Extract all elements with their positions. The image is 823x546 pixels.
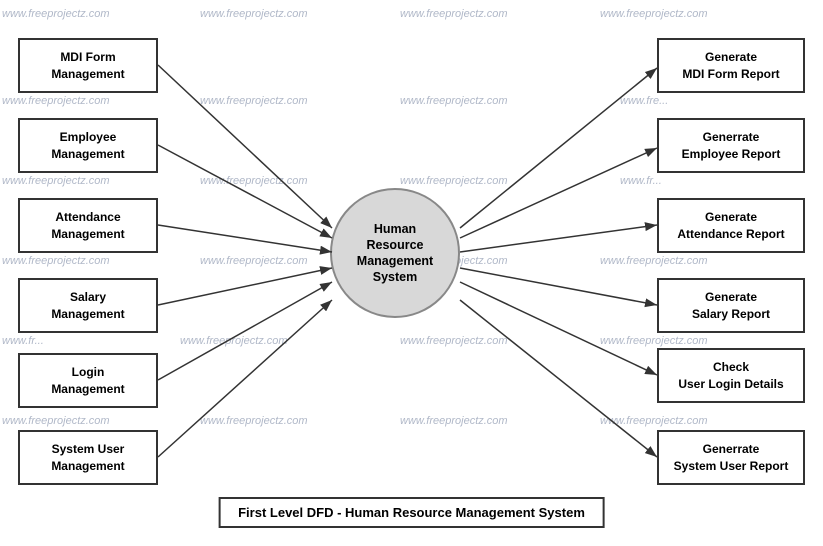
watermark-4: www.freeprojectz.com	[600, 8, 708, 20]
box-gen-system-user: GenerrateSystem User Report	[657, 430, 805, 485]
box-mdi-form: MDI FormManagement	[18, 38, 158, 93]
diagram-title: First Level DFD - Human Resource Managem…	[218, 497, 605, 528]
watermark-23: www.freeprojectz.com	[400, 415, 508, 427]
watermark-11: www.freeprojectz.com	[400, 175, 508, 187]
box-gen-salary: GenerateSalary Report	[657, 278, 805, 333]
diagram-container: www.freeprojectz.com www.freeprojectz.co…	[0, 0, 823, 546]
watermark-14: www.freeprojectz.com	[200, 255, 308, 267]
watermark-5: www.freeprojectz.com	[2, 95, 110, 107]
watermark-21: www.freeprojectz.com	[2, 415, 110, 427]
watermark-17: www.fr...	[2, 335, 44, 347]
watermark-10: www.freeprojectz.com	[200, 175, 308, 187]
box-attendance: AttendanceManagement	[18, 198, 158, 253]
watermark-12: www.fr...	[620, 175, 662, 187]
box-gen-employee: GenerrateEmployee Report	[657, 118, 805, 173]
box-login: LoginManagement	[18, 353, 158, 408]
watermark-2: www.freeprojectz.com	[200, 8, 308, 20]
box-employee: EmployeeManagement	[18, 118, 158, 173]
watermark-22: www.freeprojectz.com	[200, 415, 308, 427]
box-gen-attendance: GenerateAttendance Report	[657, 198, 805, 253]
watermark-7: www.freeprojectz.com	[400, 95, 508, 107]
watermark-20: www.freeprojectz.com	[600, 335, 708, 347]
watermark-24: www.freeprojectz.com	[600, 415, 708, 427]
box-system-user: System UserManagement	[18, 430, 158, 485]
box-gen-mdi: GenerateMDI Form Report	[657, 38, 805, 93]
watermark-16: www.freeprojectz.com	[600, 255, 708, 267]
watermark-6: www.freeprojectz.com	[200, 95, 308, 107]
watermark-8: www.fre...	[620, 95, 668, 107]
center-circle: HumanResourceManagementSystem	[330, 188, 460, 318]
watermark-9: www.freeprojectz.com	[2, 175, 110, 187]
watermark-18: www.freeprojectz.com	[180, 335, 288, 347]
watermark-1: www.freeprojectz.com	[2, 8, 110, 20]
watermark-13: www.freeprojectz.com	[2, 255, 110, 267]
watermark-3: www.freeprojectz.com	[400, 8, 508, 20]
box-salary: SalaryManagement	[18, 278, 158, 333]
watermark-19: www.freeprojectz.com	[400, 335, 508, 347]
box-check-login: CheckUser Login Details	[657, 348, 805, 403]
